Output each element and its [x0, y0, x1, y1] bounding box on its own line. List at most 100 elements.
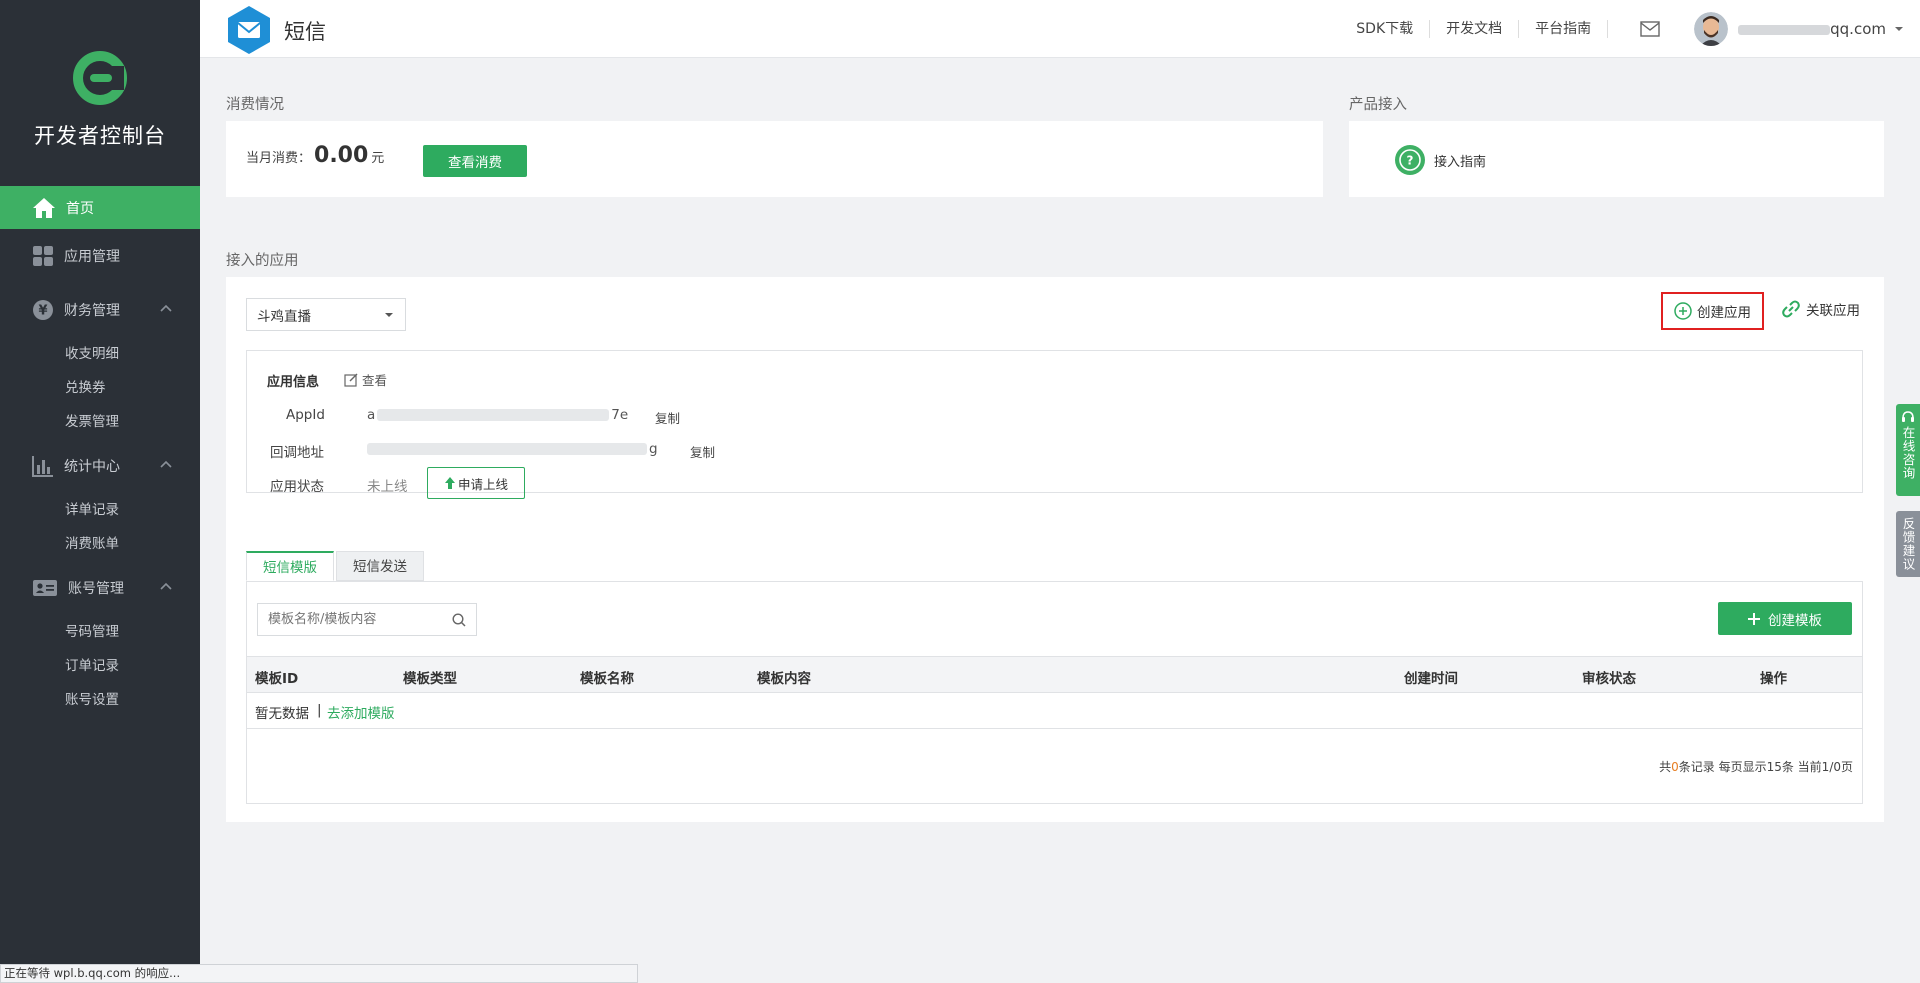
platform-guide-link[interactable]: 平台指南 — [1519, 20, 1609, 38]
template-tabs: 短信模版 短信发送 — [246, 551, 426, 581]
apply-online-button[interactable]: 申请上线 — [427, 467, 525, 499]
consumption-card: 当月消费： 0.00 元 查看消费 — [226, 121, 1323, 197]
status-label: 应用状态 — [270, 479, 324, 495]
masked-email-prefix — [1738, 24, 1831, 35]
plus-icon — [1748, 612, 1760, 625]
access-card: ? 接入指南 — [1349, 121, 1884, 197]
pager-suffix: 条记录 每页显示15条 当前1/0页 — [1678, 760, 1853, 774]
console-logo-icon — [73, 51, 127, 105]
sidebar-item-label: 财务管理 — [64, 303, 120, 319]
consumption-unit: 元 — [371, 151, 385, 166]
avatar[interactable] — [1694, 12, 1729, 46]
sidebar-item-app-management[interactable]: 应用管理 — [0, 229, 200, 283]
callback-label: 回调地址 — [270, 445, 324, 461]
home-icon — [33, 197, 55, 218]
sidebar-item-label: 统计中心 — [64, 459, 120, 475]
online-consult-tab[interactable]: 在线咨询 — [1896, 404, 1920, 496]
mail-icon[interactable] — [1640, 21, 1660, 37]
template-panel: 创建模板 模板ID 模板类型 模板名称 模板内容 创建时间 审核状态 操作 暂无… — [246, 581, 1863, 804]
chevron-up-icon[interactable] — [160, 303, 172, 315]
sidebar-item-settings[interactable]: 账号设置 — [0, 683, 200, 717]
sidebar-item-home[interactable]: 首页 — [0, 186, 200, 229]
chevron-up-icon[interactable] — [160, 581, 172, 593]
sidebar-item-account[interactable]: 账号管理 — [0, 561, 200, 615]
top-bar: 短信 SDK下载 开发文档 平台指南 qq.com — [200, 0, 1920, 58]
sidebar-item-detail-records[interactable]: 详单记录 — [0, 493, 200, 527]
edit-icon — [344, 373, 358, 387]
sidebar-item-orders[interactable]: 订单记录 — [0, 649, 200, 683]
create-app-button[interactable]: 创建应用 — [1661, 292, 1764, 330]
link-app-button[interactable]: 关联应用 — [1781, 299, 1860, 319]
consumption-amount: 0.00 — [314, 143, 369, 168]
sdk-download-link[interactable]: SDK下载 — [1340, 20, 1431, 38]
separator: | — [317, 702, 322, 718]
feedback-tab[interactable]: 反馈建议 — [1896, 511, 1920, 577]
link-app-label: 关联应用 — [1806, 303, 1860, 319]
console-title: 开发者控制台 — [34, 124, 166, 148]
create-template-button[interactable]: 创建模板 — [1718, 602, 1852, 635]
appid-visible-end: 7e — [611, 407, 629, 423]
consumption-section-title: 消费情况 — [226, 97, 284, 113]
svg-text:¥: ¥ — [38, 304, 47, 319]
app-select[interactable]: 斗鸡直播 — [246, 298, 406, 331]
empty-text: 暂无数据 — [255, 706, 309, 722]
browser-status-bar: 正在等待 wpl.b.qq.com 的响应... — [0, 964, 638, 983]
col-template-id: 模板ID — [255, 671, 299, 687]
table-header: 模板ID 模板类型 模板名称 模板内容 创建时间 审核状态 操作 — [247, 656, 1862, 693]
product-title: 短信 — [284, 20, 326, 44]
sidebar-item-invoices[interactable]: 发票管理 — [0, 405, 200, 439]
svg-text:?: ? — [1407, 154, 1414, 168]
callback-value: g — [367, 441, 658, 457]
sidebar-item-bills[interactable]: 消费账单 — [0, 527, 200, 561]
tab-sms-send[interactable]: 短信发送 — [336, 551, 424, 581]
masked-appid — [377, 409, 610, 421]
dev-docs-link[interactable]: 开发文档 — [1430, 20, 1520, 38]
pagination-info: 共0条记录 每页显示15条 当前1/0页 — [1659, 758, 1853, 775]
sidebar-item-coupons[interactable]: 兑换券 — [0, 371, 200, 405]
template-search-input[interactable] — [258, 604, 448, 635]
sidebar-item-stats[interactable]: 统计中心 — [0, 439, 200, 493]
id-card-icon — [33, 580, 57, 596]
appid-value: a 7e — [367, 407, 628, 423]
sidebar-item-label: 账号管理 — [68, 581, 124, 597]
online-consult-label: 在线咨询 — [1900, 426, 1916, 480]
col-actions: 操作 — [1760, 671, 1787, 687]
create-template-label: 创建模板 — [1768, 612, 1822, 629]
view-consumption-button[interactable]: 查看消费 — [423, 145, 527, 177]
template-search[interactable] — [257, 603, 477, 636]
tab-sms-templates[interactable]: 短信模版 — [246, 551, 334, 581]
col-created-time: 创建时间 — [1404, 671, 1458, 687]
copy-callback-button[interactable]: 复制 — [690, 442, 715, 461]
app-info-box: 应用信息 查看 AppId a 7e 复制 回调地址 g 复制 应用状态 未上线 — [246, 350, 1863, 499]
sidebar-item-label: 首页 — [66, 200, 94, 217]
sidebar-item-numbers[interactable]: 号码管理 — [0, 615, 200, 649]
arrow-up-icon — [444, 477, 455, 489]
chevron-up-icon[interactable] — [160, 459, 172, 471]
template-table: 模板ID 模板类型 模板名称 模板内容 创建时间 审核状态 操作 暂无数据 | … — [247, 656, 1862, 729]
avatar-image — [1694, 12, 1729, 46]
col-template-content: 模板内容 — [757, 671, 811, 687]
apps-section-title: 接入的应用 — [226, 253, 299, 269]
access-guide-link[interactable]: ? 接入指南 — [1394, 144, 1486, 176]
create-app-label: 创建应用 — [1697, 305, 1751, 321]
yen-icon: ¥ — [33, 300, 53, 320]
caret-down-icon[interactable] — [1894, 24, 1904, 34]
view-label: 查看 — [362, 373, 388, 388]
sidebar-logo: 开发者控制台 — [0, 0, 200, 186]
sidebar-item-income-expense[interactable]: 收支明细 — [0, 337, 200, 371]
col-template-name: 模板名称 — [580, 671, 634, 687]
bar-chart-icon — [32, 456, 53, 477]
account-email[interactable]: qq.com — [1738, 20, 1886, 38]
add-template-link[interactable]: 去添加模版 — [327, 702, 395, 722]
app-info-title: 应用信息 — [267, 375, 320, 390]
consumption-label: 当月消费： — [246, 151, 312, 166]
appid-visible-start: a — [367, 407, 376, 423]
view-app-info-button[interactable]: 查看 — [344, 370, 387, 389]
search-icon[interactable] — [452, 613, 466, 627]
sidebar-item-finance[interactable]: ¥ 财务管理 — [0, 283, 200, 337]
headset-icon — [1902, 411, 1914, 422]
copy-appid-button[interactable]: 复制 — [655, 408, 680, 427]
sidebar-item-label: 应用管理 — [64, 249, 120, 265]
apps-card: 斗鸡直播 创建应用 关联应用 应用信息 查看 AppId a 7e 复制 回调地… — [226, 277, 1884, 822]
appid-label: AppId — [286, 407, 325, 423]
